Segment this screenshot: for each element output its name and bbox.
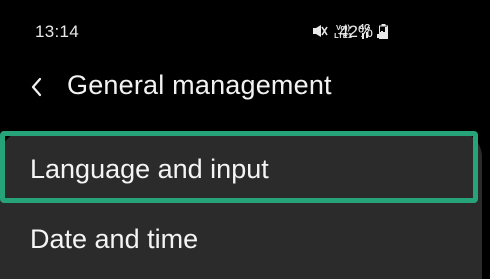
page-title: General management — [67, 70, 332, 100]
status-time: 13:14 — [35, 22, 80, 41]
battery-icon — [379, 24, 388, 44]
list-item-language-and-input[interactable]: Language and input — [0, 131, 478, 203]
chevron-left-icon[interactable] — [26, 74, 48, 100]
list-item-date-and-time[interactable]: Date and time — [0, 208, 482, 274]
list-item-label: Date and time — [30, 224, 199, 254]
list-item-label: Language and input — [30, 154, 269, 184]
battery-percent: 42% — [339, 22, 374, 41]
app-header: General management — [0, 60, 490, 118]
status-bar: 13:14 Vo)) LTE1 4G 42% — [0, 0, 490, 64]
mute-vibrate-icon — [312, 23, 328, 39]
